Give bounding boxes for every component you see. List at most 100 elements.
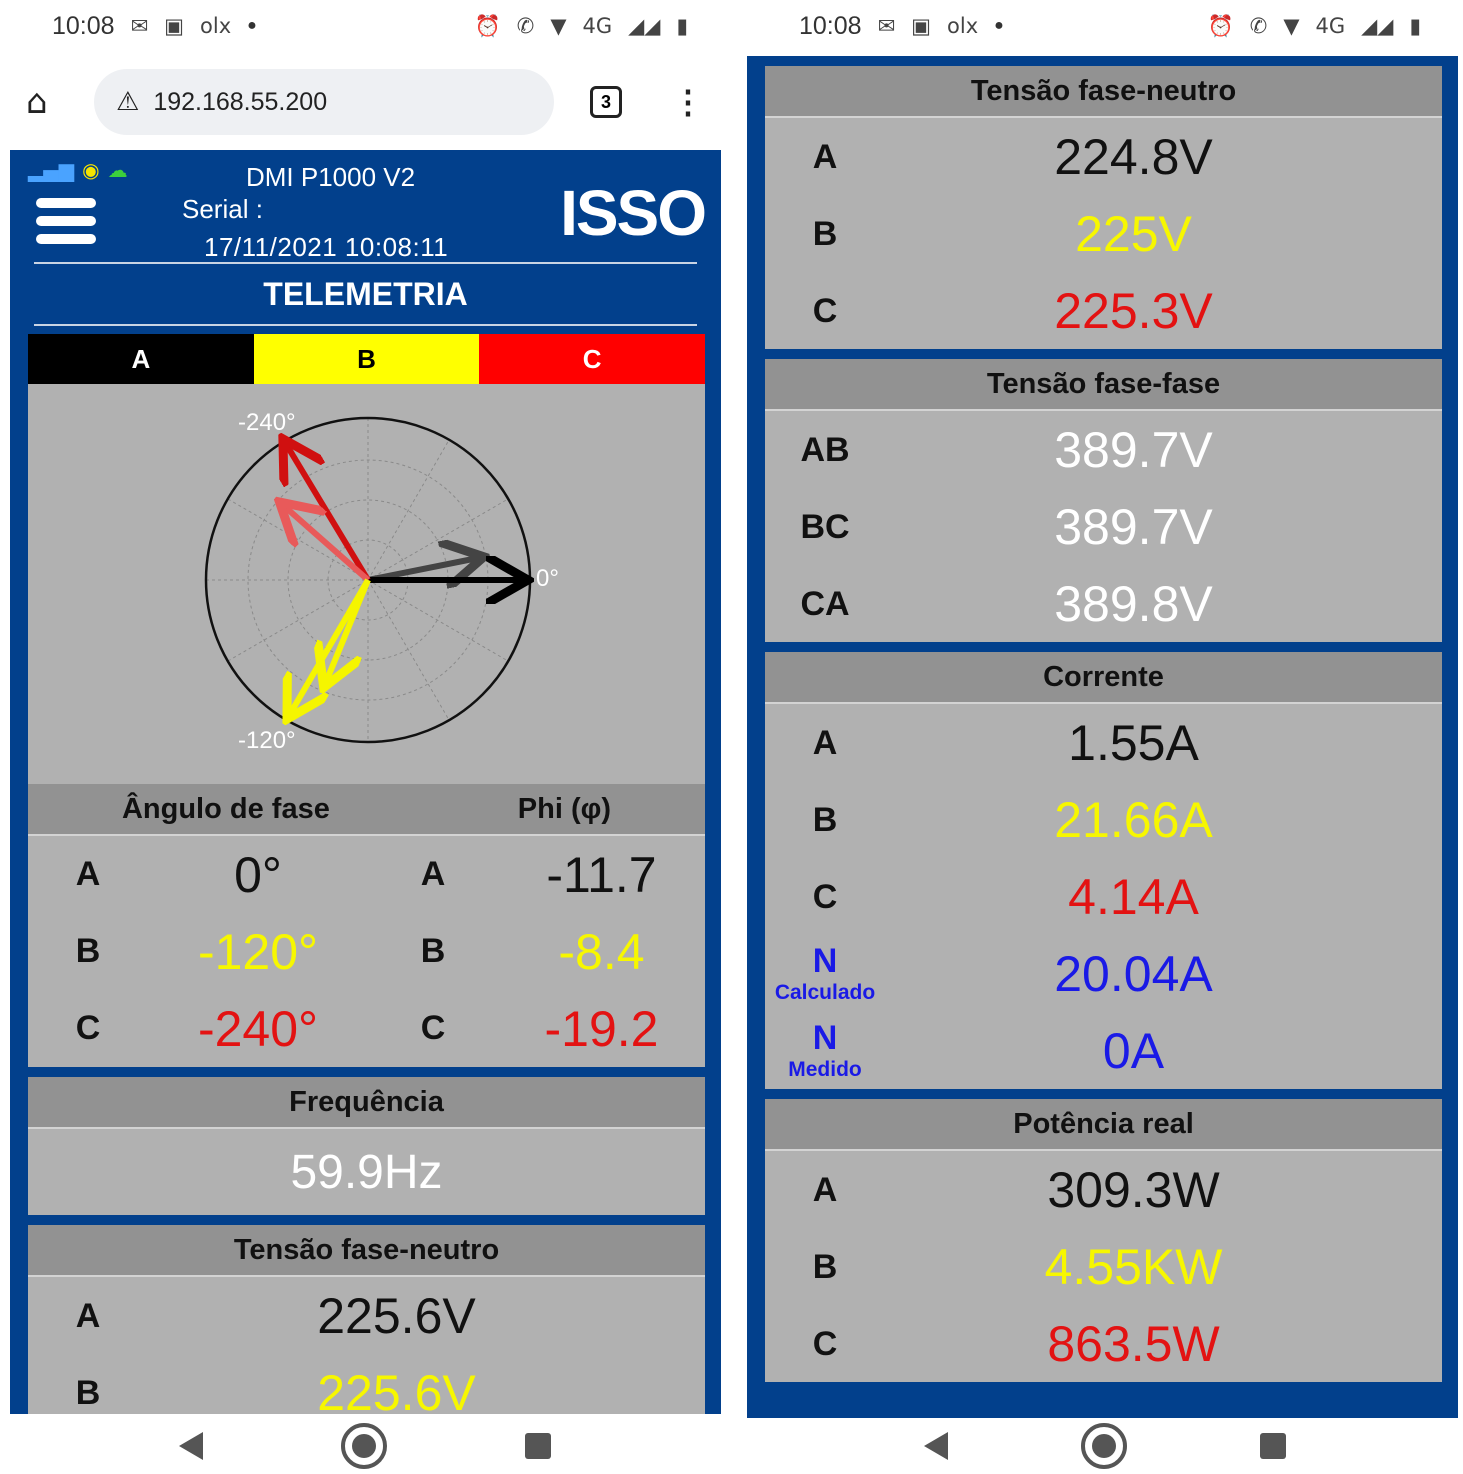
phi-label: B [420, 932, 446, 970]
value-row: A 225.6V [28, 1277, 705, 1354]
recents-icon[interactable] [1260, 1433, 1287, 1459]
tab-switcher-button[interactable]: 3 [590, 86, 622, 118]
neutral-sublabel: Medido [788, 1058, 862, 1081]
label-240: -240° [238, 409, 296, 436]
home-nav-icon[interactable] [1080, 1423, 1127, 1469]
gmail-icon: ✉ [130, 14, 149, 38]
row-value: 389.7V [1054, 421, 1213, 478]
back-icon[interactable] [923, 1432, 948, 1460]
power-section: Potência real A 309.3W B 4.55KW C 863.5W [765, 1099, 1442, 1382]
row-value: 389.7V [1054, 498, 1213, 555]
divider [34, 262, 697, 264]
tab-phase-b[interactable]: B [253, 334, 480, 384]
angle-header: Ângulo de fase Phi (φ) [28, 784, 705, 836]
row-value: 20.04A [1054, 945, 1213, 1002]
row-value: 224.8V [1054, 128, 1213, 185]
row-label: BC [800, 507, 850, 546]
wifi-icon: ▼ [1283, 14, 1300, 38]
device-name: DMI P1000 V2 [246, 162, 416, 192]
value-row: BC 389.7V [765, 488, 1442, 565]
row-label: CA [800, 584, 850, 623]
voltage-pn-title: Tensão fase-neutro [765, 66, 1442, 118]
row-label: A [75, 1296, 101, 1335]
dot-icon: ● [994, 17, 1004, 34]
label-120: -120° [238, 727, 296, 754]
row-value: 389.8V [1054, 575, 1213, 632]
status-bar: 10:08 ✉ ▣ olx ● ⏰ ✆ ▼ 4G ◢◢ ▮ [0, 0, 730, 52]
row-label: AB [800, 430, 850, 469]
row-label-neutral: N Medido [765, 1021, 885, 1080]
row-label: B [812, 800, 838, 839]
olx-icon: olx [200, 14, 232, 38]
row-value: 21.66A [1054, 791, 1213, 848]
phi-label: C [420, 1009, 446, 1047]
url-text: 192.168.55.200 [153, 87, 328, 116]
phi-label: A [420, 855, 446, 893]
browser-toolbar: ⌂ ⚠ 192.168.55.200 3 ⋮ [0, 56, 730, 148]
phase-tabs: A B C [28, 334, 706, 384]
row-value: 4.14A [1068, 868, 1199, 925]
xp-icon: ▣ [164, 14, 185, 38]
row-label: C [812, 291, 838, 330]
frequency-value: 59.9Hz [290, 1145, 443, 1199]
signal-icon: ◢◢ [1361, 14, 1394, 38]
url-bar[interactable]: ⚠ 192.168.55.200 [94, 69, 554, 135]
value-row: C 4.14A [765, 858, 1442, 935]
dot-icon: ● [247, 17, 257, 34]
battery-icon: ▮ [676, 14, 688, 38]
back-icon[interactable] [179, 1432, 203, 1460]
system-nav-bar [0, 1418, 730, 1474]
page-title: TELEMETRIA [263, 276, 468, 312]
device-datetime: 17/11/2021 10:08:11 [204, 232, 449, 262]
signal-icon: ◢◢ [628, 14, 661, 38]
row-value: 309.3W [1047, 1161, 1220, 1218]
value-row: C 863.5W [765, 1305, 1442, 1382]
value-row: AB 389.7V [765, 411, 1442, 488]
angle-label: B [75, 932, 101, 970]
hamburger-menu-icon[interactable] [36, 198, 96, 252]
more-menu-icon[interactable]: ⋮ [672, 86, 704, 118]
neutral-sublabel: Calculado [774, 981, 876, 1004]
value-row: N Medido 0A [765, 1012, 1442, 1089]
angle-row: B -120° B -8.4 [28, 913, 705, 990]
row-label: B [812, 214, 838, 253]
row-label: B [812, 1247, 838, 1286]
power-title: Potência real [765, 1099, 1442, 1151]
warning-icon: ⚠ [116, 87, 140, 117]
value-row: B 225.6V [28, 1354, 705, 1415]
network-label: 4G [1315, 14, 1346, 38]
angle-label: C [75, 1009, 101, 1047]
app-content-scrolled: Tensão fase-neutro A 224.8V B 225V C 225… [747, 56, 1458, 1418]
row-value: 0A [1102, 1022, 1165, 1079]
home-icon[interactable]: ⌂ [26, 82, 76, 122]
frequency-section: Frequência 59.9Hz [28, 1077, 705, 1215]
label-0: 0° [536, 565, 559, 592]
voltage-pp-section: Tensão fase-fase AB 389.7V BC 389.7V CA … [765, 359, 1442, 642]
row-value: 225.6V [317, 1287, 476, 1344]
recents-icon[interactable] [525, 1433, 551, 1459]
value-row: B 21.66A [765, 781, 1442, 858]
phi-value: -19.2 [544, 1000, 659, 1057]
neutral-label: N [812, 1019, 838, 1057]
row-label: B [75, 1373, 101, 1412]
row-label-neutral: N Calculado [765, 944, 885, 1003]
value-row: A 309.3W [765, 1151, 1442, 1228]
home-nav-icon[interactable] [341, 1423, 387, 1469]
tab-phase-c[interactable]: C [479, 334, 706, 384]
value-row: A 224.8V [765, 118, 1442, 195]
voltage-pn-title: Tensão fase-neutro [28, 1225, 705, 1277]
battery-icon: ▮ [1409, 14, 1421, 38]
wifi-call-icon: ✆ [516, 14, 535, 38]
isso-logo: ISSO [560, 177, 707, 249]
system-nav-bar [747, 1418, 1463, 1474]
value-row: B 4.55KW [765, 1228, 1442, 1305]
value-row: B 225V [765, 195, 1442, 272]
voltage-pp-title: Tensão fase-fase [765, 359, 1442, 411]
row-value: 4.55KW [1044, 1238, 1223, 1295]
alarm-icon: ⏰ [474, 13, 501, 38]
angle-value: -240° [197, 1000, 319, 1057]
row-value: 225V [1075, 205, 1192, 262]
tab-phase-a[interactable]: A [28, 334, 254, 384]
phone-screen-right: 10:08 ✉ ▣ olx ● ⏰ ✆ ▼ 4G ◢◢ ▮ Tensão fas… [747, 0, 1463, 1474]
row-value: 1.55A [1068, 714, 1199, 771]
